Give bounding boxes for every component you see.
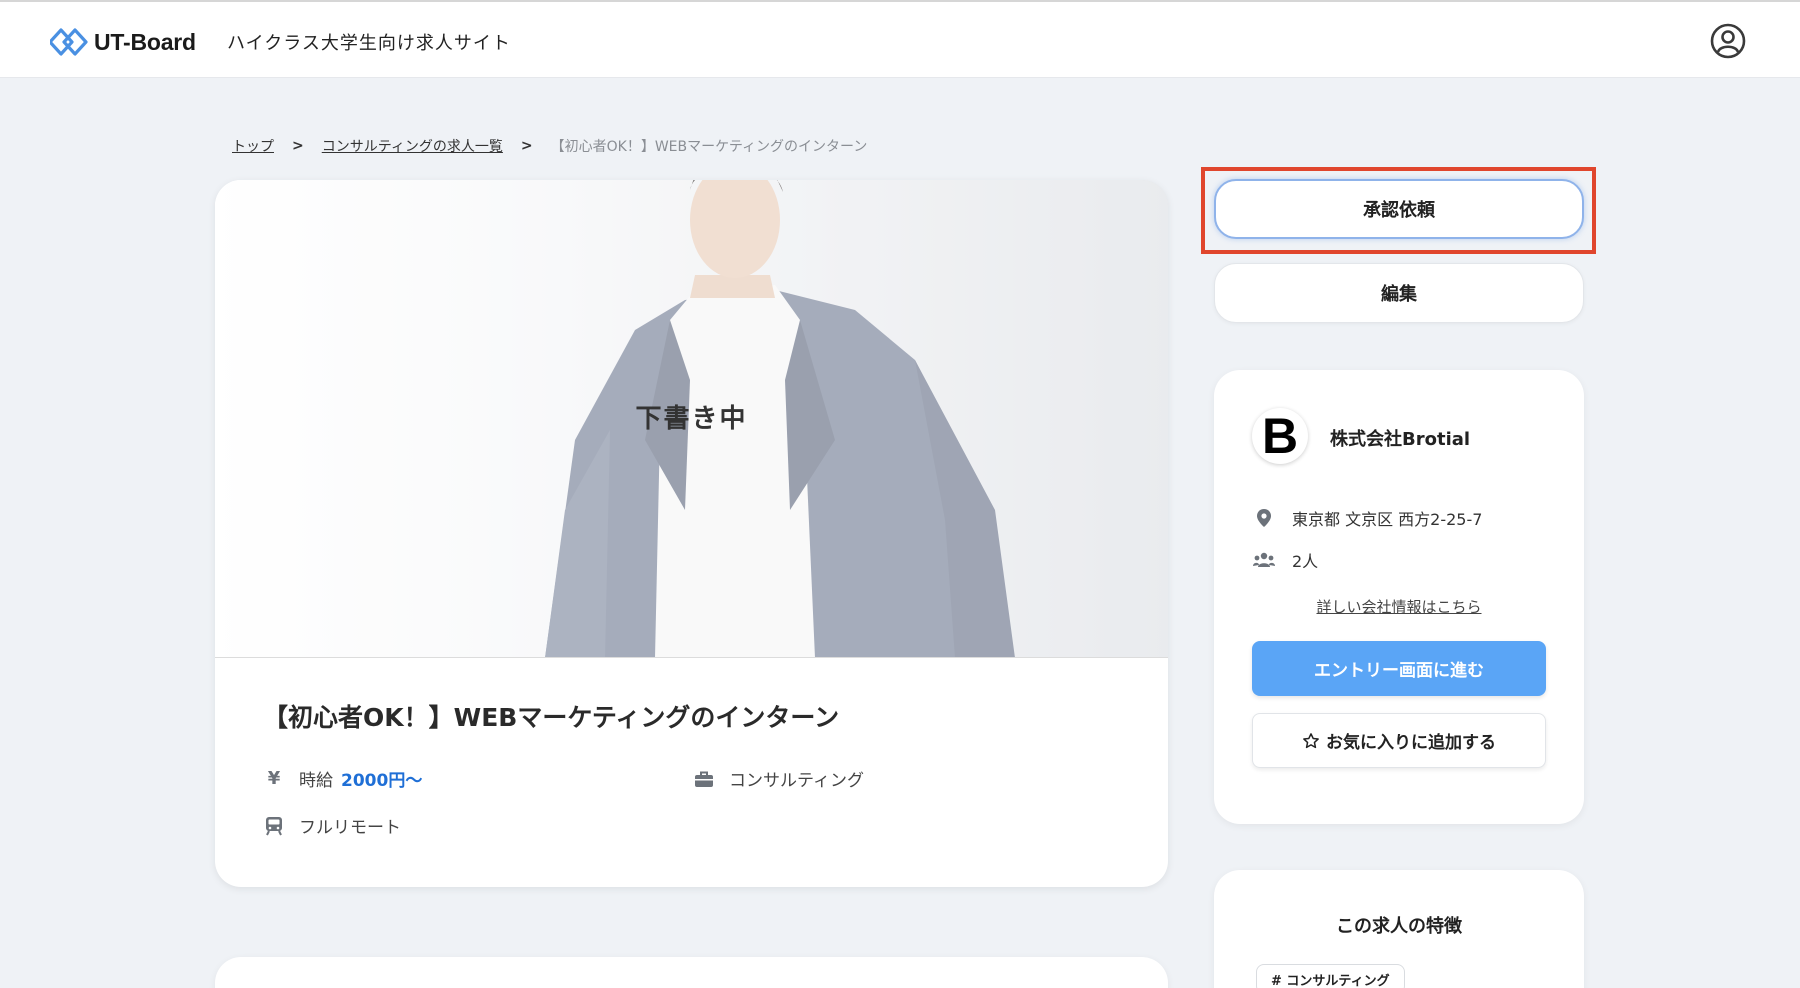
company-name: 株式会社Brotial: [1330, 429, 1471, 450]
user-account-button[interactable]: [1710, 23, 1746, 59]
breadcrumb-link-top[interactable]: トップ: [232, 136, 274, 156]
job-description-card: [215, 957, 1168, 988]
company-logo: B: [1252, 408, 1308, 464]
favorite-button-label: お気に入りに追加する: [1326, 733, 1496, 753]
site-tagline: ハイクラス大学生向け求人サイト: [227, 33, 511, 54]
map-pin-icon: [1252, 507, 1276, 529]
job-title: 【初心者OK！】WEBマーケティングのインターン: [263, 703, 840, 732]
breadcrumb: トップ > コンサルティングの求人一覧 > 【初心者OK！】WEBマーケティング…: [232, 136, 867, 156]
breadcrumb-separator: >: [520, 138, 533, 154]
draft-status-label: 下書き中: [635, 404, 748, 434]
job-hero-image: 下書き中: [215, 180, 1168, 658]
user-circle-icon: [1710, 23, 1746, 59]
job-category: コンサルティング: [693, 766, 864, 791]
job-wage: ¥ 時給 2000円〜: [263, 766, 423, 791]
add-favorite-button[interactable]: お気に入りに追加する: [1252, 713, 1546, 768]
company-info-card: B 株式会社Brotial 東京都 文京区 西方2-25-7 2人 詳しい会社情…: [1214, 370, 1584, 824]
approval-request-button[interactable]: 承認依頼: [1214, 179, 1584, 239]
yen-icon: ¥: [267, 768, 281, 789]
features-title: この求人の特徴: [1336, 916, 1462, 937]
logo-text: UT-Board: [94, 28, 196, 55]
job-features-card: この求人の特徴 # コンサルティング: [1214, 870, 1584, 988]
job-detail-card: 下書き中 【初心者OK！】WEBマーケティングのインターン ¥ 時給 2000円…: [215, 180, 1168, 887]
employees-text: 2人: [1292, 552, 1319, 571]
company-employees: 2人: [1252, 548, 1318, 572]
company-address: 東京都 文京区 西方2-25-7: [1252, 506, 1482, 530]
feature-tag[interactable]: # コンサルティング: [1256, 964, 1405, 988]
company-detail-link[interactable]: 詳しい会社情報はこちら: [1214, 596, 1584, 617]
users-icon: [1252, 549, 1276, 571]
edit-button[interactable]: 編集: [1214, 263, 1584, 323]
site-logo[interactable]: UT-Board: [50, 24, 196, 60]
work-style-text: フルリモート: [299, 818, 401, 838]
wage-label: 時給: [299, 771, 333, 791]
breadcrumb-separator: >: [292, 138, 304, 154]
train-icon: [263, 815, 285, 837]
entry-button[interactable]: エントリー画面に進む: [1252, 641, 1546, 696]
wage-value: 2000円〜: [341, 771, 423, 791]
briefcase-icon: [693, 768, 715, 790]
star-outline-icon: [1303, 732, 1319, 748]
address-text: 東京都 文京区 西方2-25-7: [1292, 510, 1483, 529]
breadcrumb-current: 【初心者OK！】WEBマーケティングのインターン: [550, 139, 868, 155]
top-navigation-bar: UT-Board ハイクラス大学生向け求人サイト: [0, 0, 1800, 78]
job-work-style: フルリモート: [263, 813, 401, 838]
logo-diamond-icon: [50, 28, 88, 56]
category-text: コンサルティング: [729, 771, 864, 791]
breadcrumb-link-category[interactable]: コンサルティングの求人一覧: [322, 136, 503, 156]
